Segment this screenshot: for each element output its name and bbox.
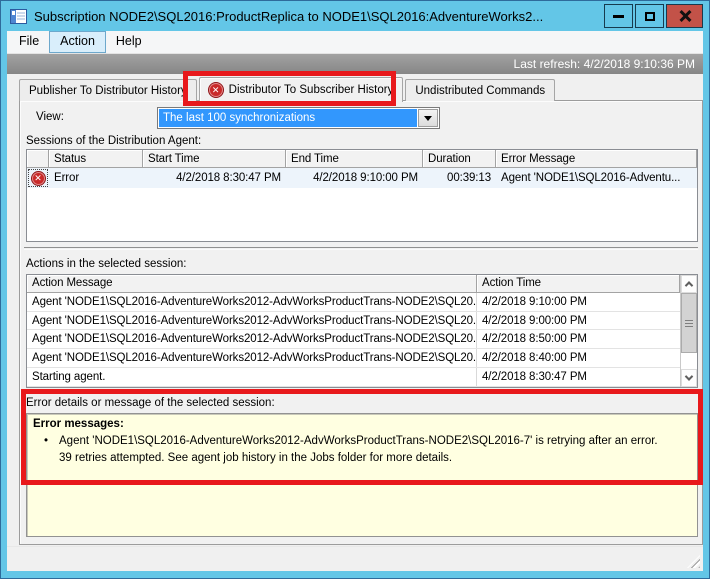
maximize-icon [645, 12, 655, 21]
session-status: Error [49, 168, 143, 188]
action-time: 4/2/2018 8:40:00 PM [477, 349, 680, 367]
view-dropdown-value: The last 100 synchronizations [159, 109, 417, 127]
scroll-up-button[interactable] [681, 275, 697, 293]
scroll-down-button[interactable] [681, 369, 697, 387]
menu-help[interactable]: Help [106, 31, 152, 53]
sessions-label: Sessions of the Distribution Agent: [26, 135, 201, 147]
session-error-message: Agent 'NODE1\SQL2016-Adventu... [496, 168, 697, 188]
minimize-icon [613, 15, 624, 18]
tab-undistributed-commands[interactable]: Undistributed Commands [405, 79, 555, 101]
chevron-down-icon [685, 372, 693, 380]
main-area: Publisher To Distributor History Distrib… [7, 74, 703, 571]
session-status-cell [27, 168, 49, 188]
column-header-action-time[interactable]: Action Time [477, 275, 680, 293]
actions-header-row: Action Message Action Time [27, 275, 680, 293]
menu-action[interactable]: Action [49, 31, 106, 53]
action-message: Agent 'NODE1\SQL2016-AdventureWorks2012-… [27, 330, 477, 348]
chevron-up-icon [685, 281, 693, 289]
action-time: 4/2/2018 9:10:00 PM [477, 293, 680, 311]
resize-grip[interactable] [687, 555, 700, 568]
close-button[interactable] [666, 4, 703, 28]
action-time: 4/2/2018 8:50:00 PM [477, 330, 680, 348]
scrollbar-track[interactable] [681, 353, 697, 369]
annotation-error-highlight [21, 389, 703, 485]
splitter-divider[interactable] [24, 247, 698, 250]
column-header-end-time[interactable]: End Time [286, 150, 423, 168]
actions-table: Action Message Action Time Agent 'NODE1\… [26, 274, 698, 388]
session-row-selected[interactable]: Error 4/2/2018 8:30:47 PM 4/2/2018 9:10:… [27, 168, 697, 188]
view-dropdown[interactable]: The last 100 synchronizations [157, 107, 440, 129]
annotation-tab-highlight [183, 71, 396, 106]
action-time: 4/2/2018 9:00:00 PM [477, 312, 680, 330]
action-row[interactable]: Agent 'NODE1\SQL2016-AdventureWorks2012-… [27, 330, 680, 349]
action-time: 4/2/2018 8:30:47 PM [477, 368, 680, 386]
close-icon [679, 10, 691, 22]
actions-label: Actions in the selected session: [26, 258, 186, 270]
action-message: Starting agent. [27, 368, 477, 386]
sessions-table: Status Start Time End Time Duration Erro… [26, 149, 698, 242]
column-header-icon[interactable] [27, 150, 49, 168]
caption-buttons [602, 4, 703, 28]
action-row[interactable]: Agent 'NODE1\SQL2016-AdventureWorks2012-… [27, 293, 680, 312]
dropdown-arrow-button[interactable] [418, 109, 438, 127]
action-message: Agent 'NODE1\SQL2016-AdventureWorks2012-… [27, 312, 477, 330]
mmc-window-icon [10, 9, 27, 24]
error-status-icon [32, 172, 45, 185]
minimize-button[interactable] [604, 4, 633, 28]
titlebar: Subscription NODE2\SQL2016:ProductReplic… [1, 1, 709, 31]
view-label: View: [36, 111, 64, 123]
session-duration: 00:39:13 [423, 168, 496, 188]
menu-file[interactable]: File [9, 31, 49, 53]
action-row[interactable]: Starting agent. 4/2/2018 8:30:47 PM [27, 368, 680, 387]
window-title: Subscription NODE2\SQL2016:ProductReplic… [34, 9, 596, 24]
column-header-action-message[interactable]: Action Message [27, 275, 477, 293]
action-message: Agent 'NODE1\SQL2016-AdventureWorks2012-… [27, 349, 477, 367]
status-strip [7, 546, 703, 571]
last-refresh-text: Last refresh: 4/2/2018 9:10:36 PM [514, 57, 695, 71]
column-header-duration[interactable]: Duration [423, 150, 496, 168]
action-message: Agent 'NODE1\SQL2016-AdventureWorks2012-… [27, 293, 477, 311]
session-end-time: 4/2/2018 9:10:00 PM [286, 168, 423, 188]
session-start-time: 4/2/2018 8:30:47 PM [143, 168, 286, 188]
subscription-history-window: Subscription NODE2\SQL2016:ProductReplic… [0, 0, 710, 579]
actions-vertical-scrollbar[interactable] [680, 275, 697, 387]
scrollbar-grip-icon [685, 320, 693, 327]
menubar: File Action Help [7, 31, 703, 54]
tab-label: Undistributed Commands [415, 85, 545, 97]
column-header-status[interactable]: Status [49, 150, 143, 168]
tab-publisher-to-distributor-history[interactable]: Publisher To Distributor History [19, 79, 197, 101]
maximize-button[interactable] [635, 4, 664, 28]
actions-table-body: Action Message Action Time Agent 'NODE1\… [27, 275, 680, 387]
scrollbar-thumb[interactable] [681, 293, 697, 353]
column-header-start-time[interactable]: Start Time [143, 150, 286, 168]
chevron-down-icon [424, 116, 432, 121]
column-header-error-message[interactable]: Error Message [496, 150, 697, 168]
sessions-header-row: Status Start Time End Time Duration Erro… [27, 150, 697, 168]
tab-label: Publisher To Distributor History [29, 85, 187, 97]
action-row[interactable]: Agent 'NODE1\SQL2016-AdventureWorks2012-… [27, 312, 680, 331]
action-row[interactable]: Agent 'NODE1\SQL2016-AdventureWorks2012-… [27, 349, 680, 368]
